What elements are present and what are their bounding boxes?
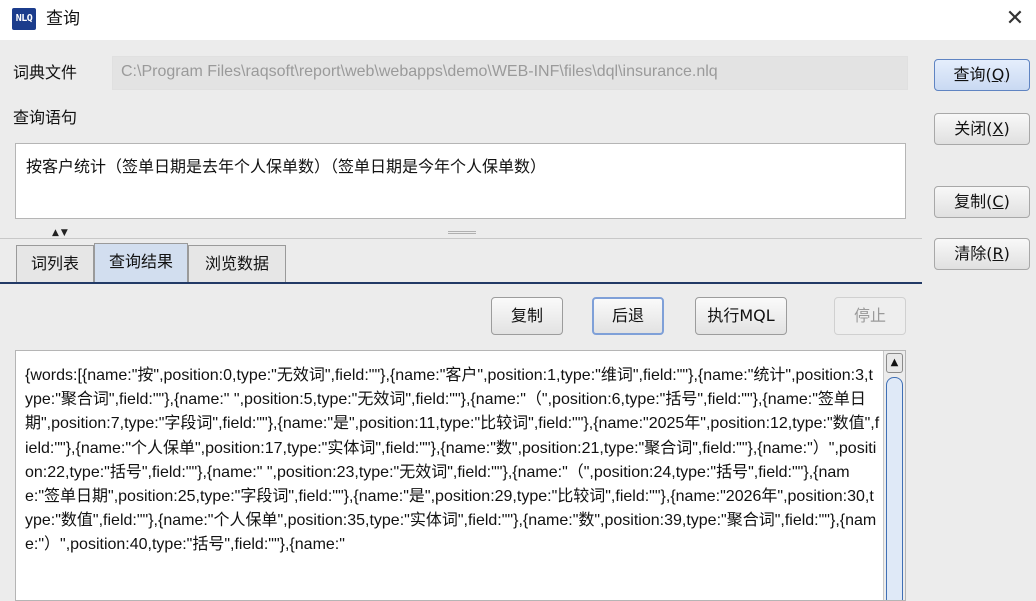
scroll-up-icon[interactable]: ▲ [886,353,903,373]
splitter-divider [0,238,922,239]
tab-browse-data[interactable]: 浏览数据 [188,245,286,282]
query-input[interactable]: 按客户统计（签单日期是去年个人保单数）（签单日期是今年个人保单数） [15,143,906,219]
close-button[interactable]: 关闭(X) [934,113,1030,145]
back-button[interactable]: 后退 [592,297,664,335]
splitter-grip[interactable] [448,231,476,234]
copy-button[interactable]: 复制 [491,297,563,335]
tab-underline [0,282,922,284]
result-textarea[interactable]: {words:[{name:"按",position:0,type:"无效词",… [15,350,906,601]
query-label: 查询语句 [13,108,78,127]
clear-button[interactable]: 清除(R) [934,238,1030,270]
dict-file-label: 词典文件 [13,63,78,82]
app-logo-icon: NLQ [12,8,36,30]
dict-file-field: C:\Program Files\raqsoft\report\web\weba… [112,56,908,90]
stop-button: 停止 [834,297,906,335]
query-text: 按客户统计（签单日期是去年个人保单数）（签单日期是今年个人保单数） [26,157,547,176]
splitter-arrows-icon[interactable]: ▲▼ [52,228,70,238]
tab-query-result[interactable]: 查询结果 [94,243,188,282]
window-title: 查询 [46,9,80,29]
title-bar: NLQ 查询 ✕ [0,0,1036,40]
result-text: {words:[{name:"按",position:0,type:"无效词",… [25,367,880,554]
result-scrollbar[interactable]: ▲ [883,351,905,600]
query-button[interactable]: 查询(Q) [934,59,1030,91]
copy-side-button[interactable]: 复制(C) [934,186,1030,218]
scroll-thumb[interactable] [886,377,903,600]
close-icon[interactable]: ✕ [1000,4,1030,34]
tab-word-list[interactable]: 词列表 [16,245,94,282]
execute-mql-button[interactable]: 执行MQL [695,297,787,335]
